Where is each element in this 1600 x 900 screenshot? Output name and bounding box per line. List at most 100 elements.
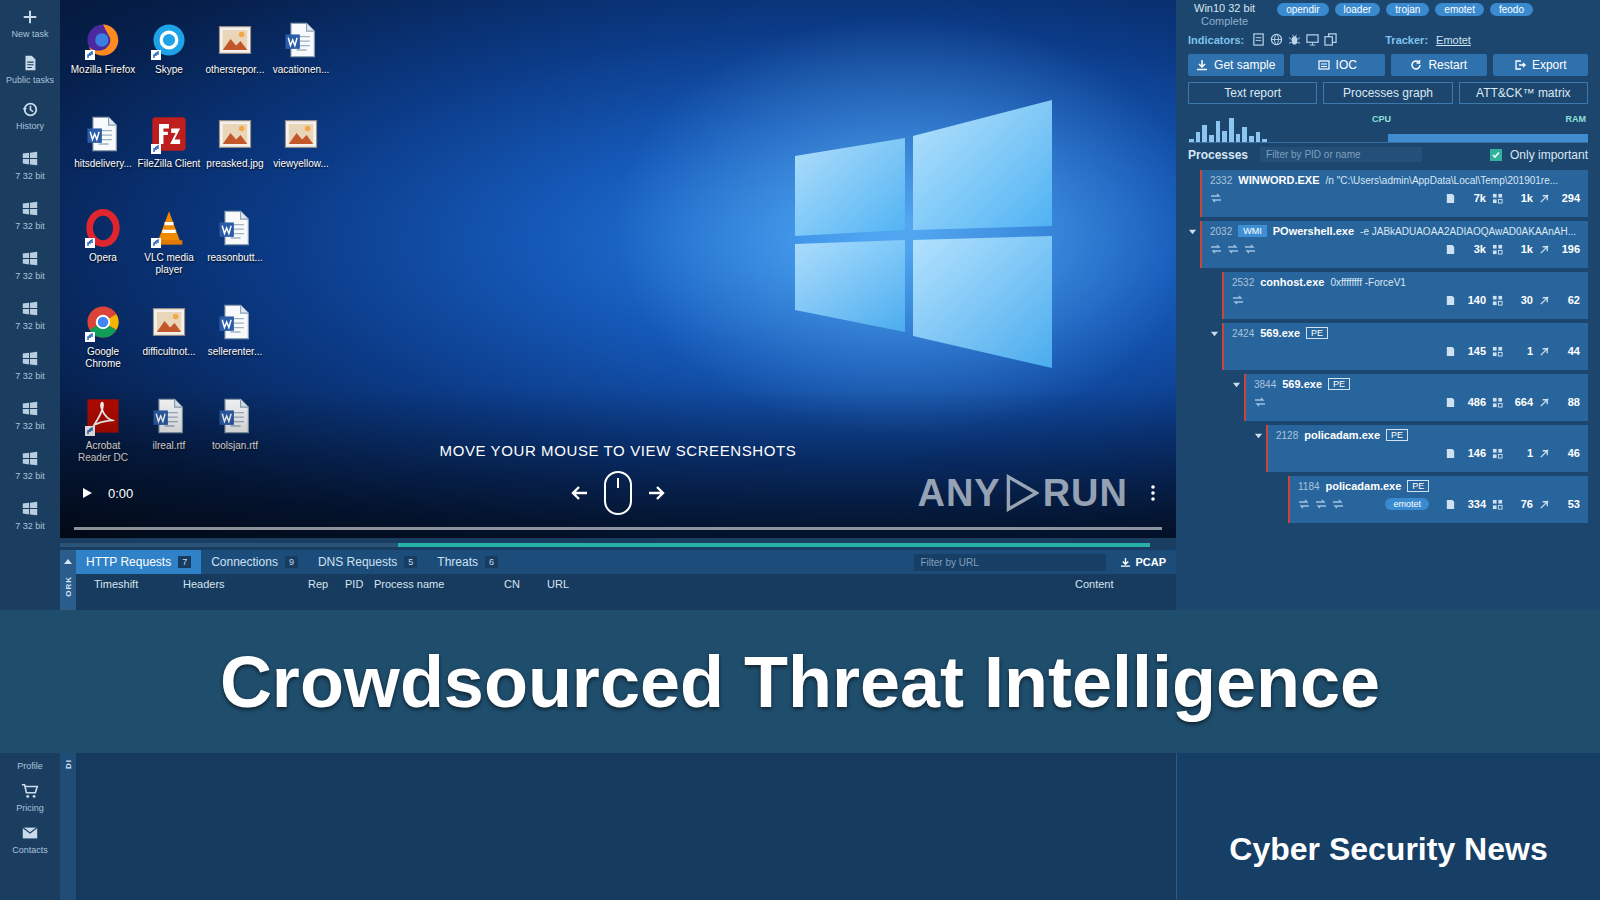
- bug-icon: [1288, 33, 1301, 46]
- pcap-button[interactable]: PCAP: [1106, 550, 1166, 574]
- desktop-icon[interactable]: sellerenter...: [202, 302, 268, 396]
- process-row[interactable]: 2332WINWORD.EXE/n "C:\Users\admin\AppDat…: [1188, 170, 1588, 217]
- expand-arrow-icon[interactable]: [1232, 380, 1241, 389]
- process-name: policadam.exe: [1304, 429, 1380, 441]
- network-tab[interactable]: Threats6: [427, 550, 508, 574]
- column-header[interactable]: Rep: [308, 578, 345, 590]
- action-button[interactable]: Export: [1493, 54, 1589, 76]
- desktop-icon[interactable]: hitsdelivery...: [70, 114, 136, 208]
- action-button[interactable]: Get sample: [1188, 54, 1284, 76]
- sidebar-item[interactable]: Public tasks: [0, 46, 60, 92]
- column-header[interactable]: Content: [1075, 578, 1176, 590]
- sidebar-item[interactable]: Pricing: [0, 778, 60, 820]
- video-player[interactable]: Mozilla Firefoxhitsdelivery...OperaGoogl…: [60, 0, 1176, 538]
- sidebar-item[interactable]: History: [0, 92, 60, 138]
- ram-bar: [1488, 134, 1495, 142]
- report-button[interactable]: Text report: [1188, 82, 1317, 104]
- desktop-icon[interactable]: VLC media player: [136, 208, 202, 302]
- indicator-icon: [1254, 396, 1266, 408]
- module-count: 294: [1556, 192, 1580, 204]
- report-button[interactable]: ATT&CK™ matrix: [1459, 82, 1588, 104]
- process-row[interactable]: 2128policadam.exePE146146: [1188, 425, 1588, 472]
- video-scrubber[interactable]: [74, 527, 1162, 530]
- module-icon: [1539, 193, 1550, 204]
- check-icon: [1491, 150, 1501, 160]
- network-tab[interactable]: Connections9: [201, 550, 308, 574]
- sidebar-os-item[interactable]: 7 32 bit: [0, 338, 60, 388]
- desktop-icon[interactable]: vacationen...: [268, 20, 334, 114]
- registry-count: 1k: [1509, 243, 1533, 255]
- processes-title: Processes: [1188, 148, 1248, 162]
- network-side-label: ORK: [64, 574, 73, 599]
- ram-bar: [1508, 134, 1515, 142]
- desktop-icon[interactable]: FileZilla Client: [136, 114, 202, 208]
- sidebar-os-item[interactable]: 7 32 bit: [0, 438, 60, 488]
- desktop-icon[interactable]: preasked.jpg: [202, 114, 268, 208]
- sidebar-label: Pricing: [16, 803, 44, 814]
- cpu-bar: [1249, 136, 1254, 142]
- sidebar-os-item[interactable]: 7 32 bit: [0, 238, 60, 288]
- process-row[interactable]: 3844569.exePE48666488: [1188, 374, 1588, 421]
- process-row[interactable]: 1184policadam.exePEemotet3347653: [1188, 476, 1588, 523]
- windows-logo-icon: [795, 100, 1052, 368]
- desktop-icon[interactable]: viewyellow...: [268, 114, 334, 208]
- desktop-icon[interactable]: Opera: [70, 208, 136, 302]
- column-header[interactable]: PID: [345, 578, 374, 590]
- file-count: 145: [1462, 345, 1486, 357]
- network-tab[interactable]: HTTP Requests7: [76, 550, 201, 574]
- column-header[interactable]: Headers: [183, 578, 308, 590]
- process-pid: 3844: [1254, 379, 1276, 390]
- sidebar-os-item[interactable]: 7 32 bit: [0, 488, 60, 538]
- url-filter-input[interactable]: Filter by URL: [914, 554, 1106, 571]
- process-row[interactable]: 2424569.exePE145144: [1188, 323, 1588, 370]
- sidebar-os-item[interactable]: 7 32 bit: [0, 388, 60, 438]
- collapse-button[interactable]: [63, 550, 73, 574]
- process-row[interactable]: 2032WMIPOwershell.exe-e JABkADUAOAA2ADIA…: [1188, 221, 1588, 268]
- registry-icon: [1492, 499, 1503, 510]
- column-header[interactable]: URL: [547, 578, 1075, 590]
- task-tag[interactable]: emotet: [1435, 3, 1484, 16]
- sidebar-item[interactable]: New task: [0, 0, 60, 46]
- player-controls: MOVE YOUR MOUSE TO VIEW SCREENSHOTS0:00A…: [60, 388, 1176, 538]
- more-icon[interactable]: [1150, 484, 1156, 502]
- column-header[interactable]: Process name: [374, 578, 504, 590]
- sidebar-label: 7 32 bit: [15, 271, 45, 282]
- network-icon: [1270, 33, 1283, 46]
- process-args: /n "C:\Users\admin\AppData\Local\Temp\20…: [1326, 175, 1559, 186]
- report-button[interactable]: Processes graph: [1323, 82, 1452, 104]
- column-header[interactable]: CN: [504, 578, 547, 590]
- tracker-link[interactable]: Emotet: [1436, 34, 1471, 46]
- only-important-checkbox[interactable]: Only important: [1490, 148, 1588, 162]
- arrow-right-icon[interactable]: [647, 484, 665, 502]
- desktop-icon[interactable]: Mozilla Firefox: [70, 20, 136, 114]
- sidebar-item[interactable]: Contacts: [0, 820, 60, 862]
- task-tag[interactable]: feodo: [1490, 3, 1533, 16]
- desktop-icon[interactable]: difficultnot...: [136, 302, 202, 396]
- desktop-icon[interactable]: Google Chrome: [70, 302, 136, 396]
- expand-arrow-icon[interactable]: [1254, 431, 1263, 440]
- sidebar: New taskPublic tasksHistory7 32 bit7 32 …: [0, 0, 60, 610]
- process-row[interactable]: 2532conhost.exe0xffffffff -ForceV1140306…: [1188, 272, 1588, 319]
- task-tag[interactable]: opendir: [1277, 3, 1328, 16]
- action-button[interactable]: Restart: [1391, 54, 1487, 76]
- column-header[interactable]: Timeshift: [76, 578, 183, 590]
- expand-arrow-icon[interactable]: [1188, 227, 1197, 236]
- sidebar-os-item[interactable]: 7 32 bit: [0, 188, 60, 238]
- process-filter-input[interactable]: Filter by PID or name: [1260, 147, 1422, 162]
- sidebar-os-item[interactable]: 7 32 bit: [0, 138, 60, 188]
- action-button[interactable]: IOC: [1290, 54, 1386, 76]
- expand-arrow-icon[interactable]: [1210, 329, 1219, 338]
- sidebar-item[interactable]: Profile: [0, 757, 60, 778]
- sidebar-os-item[interactable]: 7 32 bit: [0, 288, 60, 338]
- desktop-icon[interactable]: Skype: [136, 20, 202, 114]
- play-icon[interactable]: [80, 486, 94, 500]
- process-tag[interactable]: emotet: [1385, 498, 1429, 510]
- arrow-left-icon[interactable]: [571, 484, 589, 502]
- ram-bar: [1422, 134, 1429, 142]
- task-tag[interactable]: trojan: [1386, 3, 1429, 16]
- network-tab[interactable]: DNS Requests5: [308, 550, 427, 574]
- task-tag[interactable]: loader: [1335, 3, 1381, 16]
- mail-icon: [21, 824, 39, 842]
- desktop-icon[interactable]: othersrepor...: [202, 20, 268, 114]
- desktop-icon[interactable]: reasonbutt...: [202, 208, 268, 302]
